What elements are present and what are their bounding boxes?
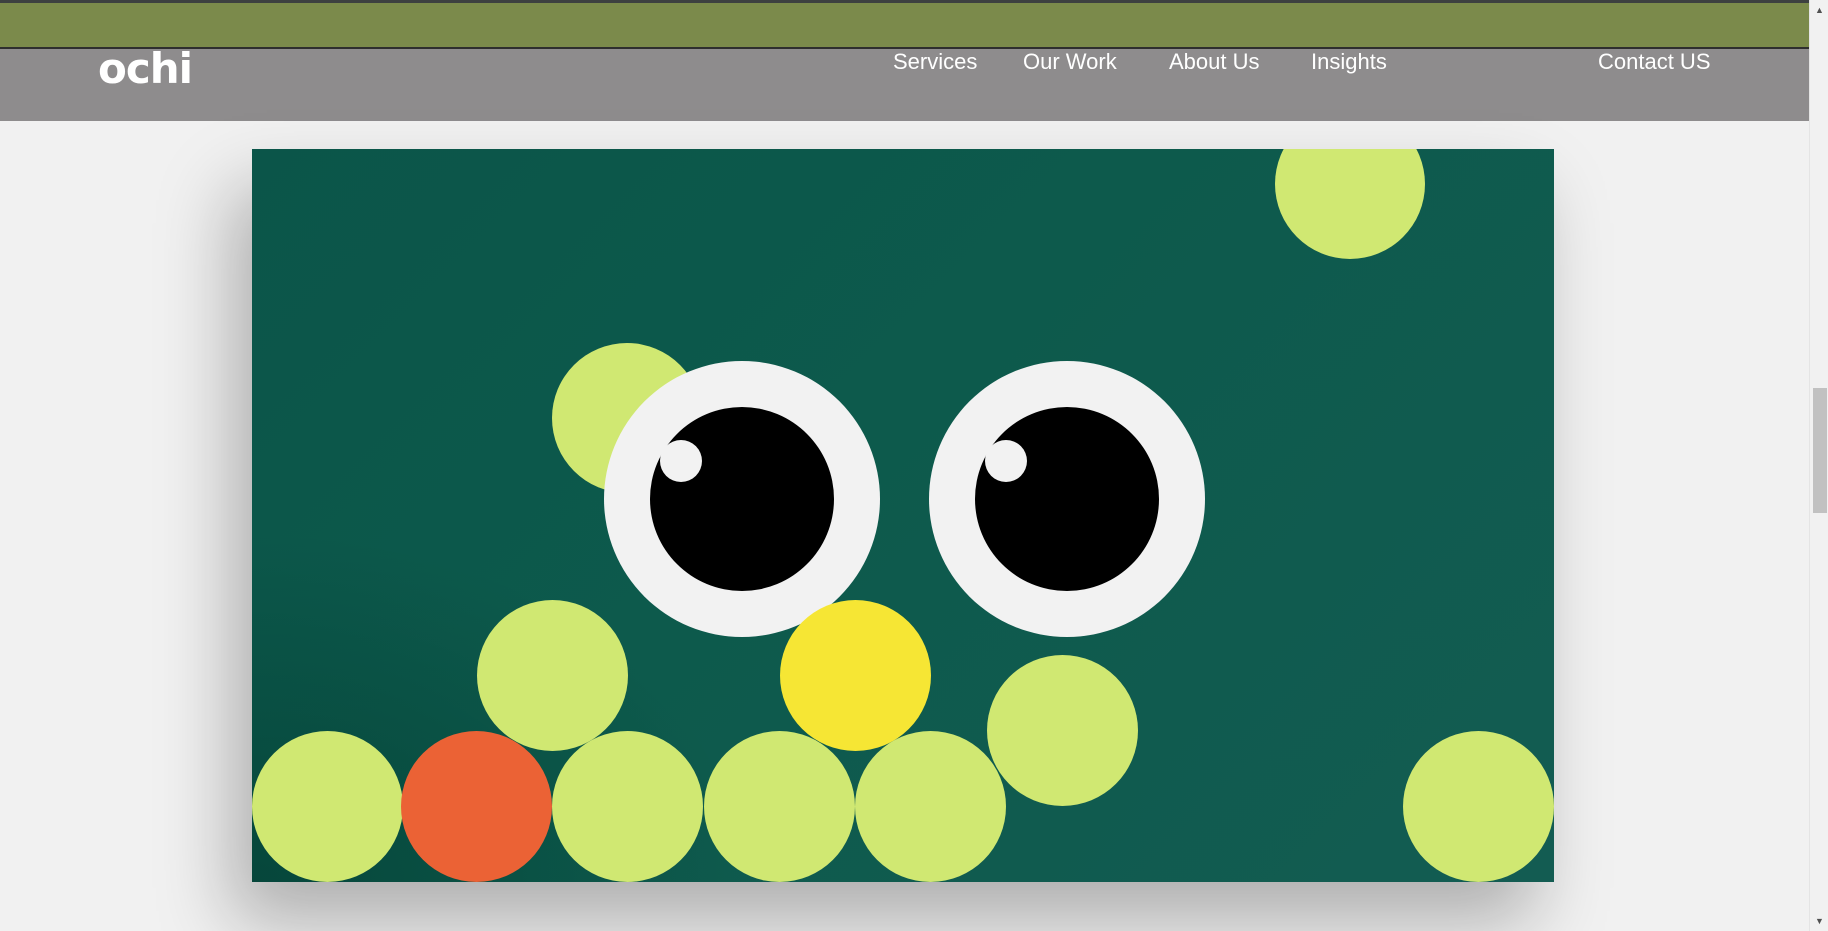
nav-link-our-work[interactable]: Our Work [1023, 49, 1117, 75]
ochi-logo[interactable]: ochi [98, 44, 193, 93]
lime-ball-bottom-3 [704, 731, 855, 882]
left-pupil [650, 407, 834, 591]
triangle-down-icon[interactable]: ▼ [1810, 913, 1828, 929]
navigation-bar: ochi Services Our Work About Us Insights… [0, 44, 1809, 121]
nav-link-about-us[interactable]: About Us [1169, 49, 1260, 75]
lime-ball-bottom-4 [855, 731, 1006, 882]
lime-ball-top-right [1275, 149, 1425, 259]
lime-ball-bottom-right [1403, 731, 1554, 882]
lime-ball-middle-left [477, 600, 628, 751]
yellow-ball [780, 600, 931, 751]
left-eye[interactable] [604, 361, 880, 637]
vertical-scrollbar[interactable]: ▲ ▼ [1809, 0, 1828, 931]
lime-ball-middle-right [987, 655, 1138, 806]
lime-ball-bottom-2 [552, 731, 703, 882]
nav-link-contact-us[interactable]: Contact US [1598, 49, 1711, 75]
right-pupil [975, 407, 1159, 591]
top-color-bar [0, 0, 1809, 49]
triangle-up-icon[interactable]: ▲ [1810, 2, 1828, 18]
lime-ball-bottom-1 [252, 731, 403, 882]
right-eye[interactable] [929, 361, 1205, 637]
nav-link-services[interactable]: Services [893, 49, 977, 75]
right-pupil-glint [985, 440, 1027, 482]
page-viewport: ochi Services Our Work About Us Insights… [0, 0, 1809, 931]
left-pupil-glint [660, 440, 702, 482]
hero-illustration [252, 149, 1554, 882]
scrollbar-thumb[interactable] [1813, 388, 1827, 513]
nav-link-insights[interactable]: Insights [1311, 49, 1387, 75]
orange-ball [401, 731, 552, 882]
